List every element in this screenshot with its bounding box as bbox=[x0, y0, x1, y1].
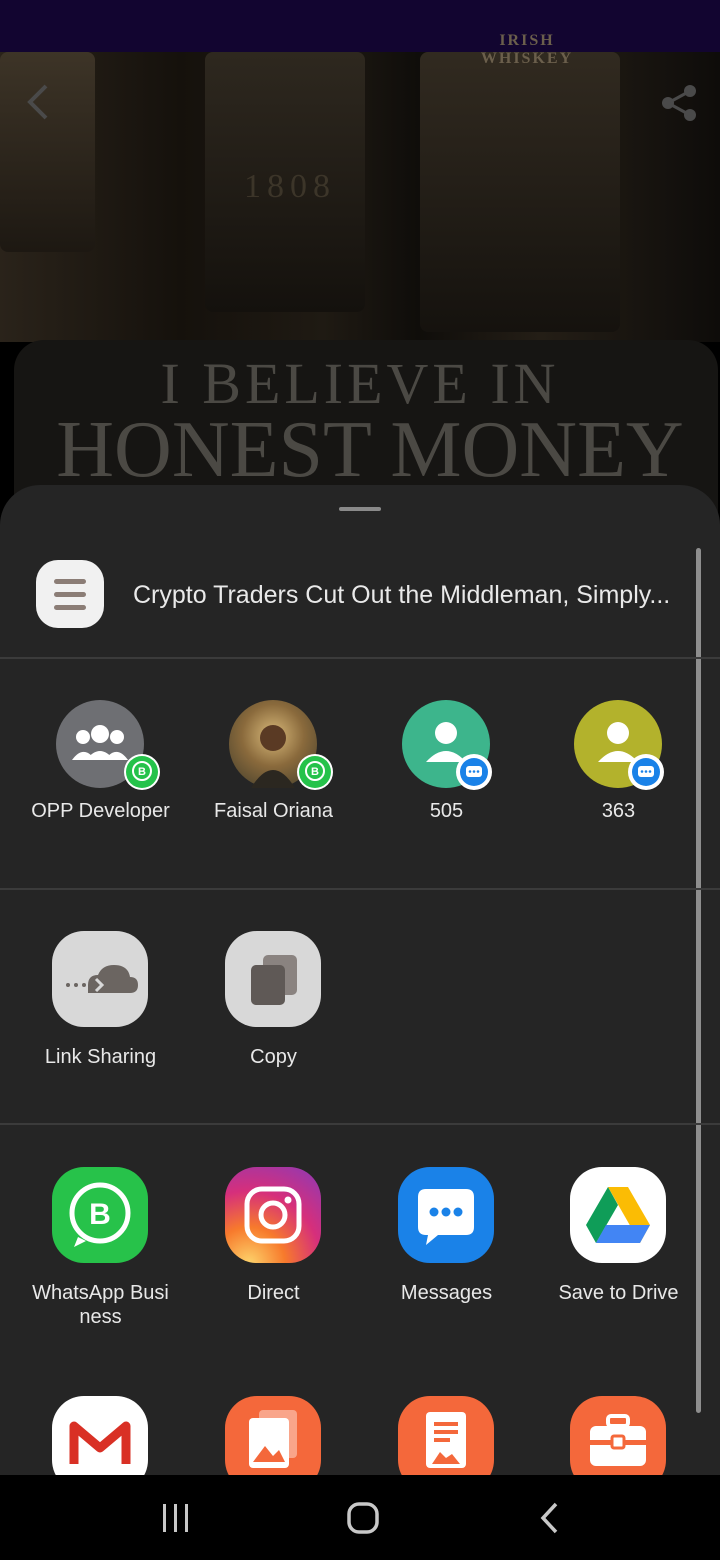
contact-label: 363 bbox=[601, 800, 636, 822]
document-image-icon bbox=[398, 1396, 494, 1475]
contact-label: 505 bbox=[429, 800, 464, 822]
share-title: Crypto Traders Cut Out the Middleman, Si… bbox=[133, 581, 671, 609]
contact-faisal-oriana[interactable]: B Faisal Oriana bbox=[187, 700, 360, 840]
divider bbox=[0, 888, 720, 890]
app-save-to-drive[interactable]: Save to Drive bbox=[532, 1167, 705, 1327]
app-toolbox[interactable] bbox=[532, 1396, 705, 1475]
copy-icon bbox=[225, 931, 321, 1027]
contact-opp-developer[interactable]: B OPP Developer bbox=[14, 700, 187, 840]
home-icon[interactable] bbox=[346, 1501, 380, 1540]
share-sheet: Crypto Traders Cut Out the Middleman, Si… bbox=[0, 485, 720, 1475]
recent-apps-icon[interactable] bbox=[160, 1502, 192, 1539]
google-drive-icon bbox=[570, 1167, 666, 1263]
link-sharing-button[interactable]: Link Sharing bbox=[14, 931, 187, 1071]
svg-text:B: B bbox=[138, 766, 146, 778]
svg-text:B: B bbox=[311, 766, 319, 778]
app-instagram-direct[interactable]: Direct bbox=[187, 1167, 360, 1327]
contact-363[interactable]: 363 bbox=[532, 700, 705, 840]
navigation-bar bbox=[0, 1475, 720, 1560]
app-gmail[interactable] bbox=[14, 1396, 187, 1475]
app-label: Save to Drive bbox=[558, 1282, 679, 1304]
back-icon[interactable] bbox=[538, 1500, 562, 1541]
bottle-label-text: IRISH WHISKEY bbox=[480, 32, 574, 67]
app-label: Direct bbox=[247, 1282, 300, 1304]
contact-505[interactable]: 505 bbox=[360, 700, 533, 840]
bottle-year-text: 1808 bbox=[244, 168, 336, 205]
app-gallery[interactable] bbox=[187, 1396, 360, 1475]
app-messages[interactable]: Messages bbox=[360, 1167, 533, 1327]
copy-label: Copy bbox=[250, 1046, 297, 1068]
messages-icon bbox=[398, 1167, 494, 1263]
link-sharing-label: Link Sharing bbox=[44, 1046, 157, 1068]
app-label: WhatsApp Busi ness bbox=[32, 1282, 169, 1328]
headline-line2: HONEST MONEY bbox=[56, 406, 684, 494]
drag-handle[interactable] bbox=[339, 507, 381, 511]
app-label: Messages bbox=[400, 1282, 493, 1304]
divider bbox=[0, 657, 720, 659]
messages-badge-icon bbox=[628, 754, 664, 790]
article-header-image bbox=[0, 52, 720, 342]
contact-label: OPP Developer bbox=[31, 800, 170, 822]
copy-button[interactable]: Copy bbox=[187, 931, 360, 1071]
status-bar bbox=[0, 0, 720, 52]
instagram-icon bbox=[225, 1167, 321, 1263]
app-whatsapp-business[interactable]: B WhatsApp Busi ness bbox=[14, 1167, 187, 1328]
divider bbox=[0, 1123, 720, 1125]
share-icon[interactable] bbox=[660, 84, 698, 127]
whatsapp-business-icon: B bbox=[52, 1167, 148, 1263]
svg-text:B: B bbox=[89, 1198, 111, 1231]
app-document-image[interactable] bbox=[360, 1396, 533, 1475]
toolbox-icon bbox=[570, 1396, 666, 1475]
contact-label: Faisal Oriana bbox=[214, 800, 333, 822]
gmail-icon bbox=[52, 1396, 148, 1475]
whatsapp-business-badge-icon: B bbox=[124, 754, 160, 790]
back-arrow-icon[interactable] bbox=[22, 80, 54, 129]
whatsapp-business-badge-icon: B bbox=[297, 754, 333, 790]
gallery-icon bbox=[225, 1396, 321, 1475]
cloud-link-icon bbox=[52, 931, 148, 1027]
messages-badge-icon bbox=[456, 754, 492, 790]
article-app-icon bbox=[36, 560, 104, 628]
